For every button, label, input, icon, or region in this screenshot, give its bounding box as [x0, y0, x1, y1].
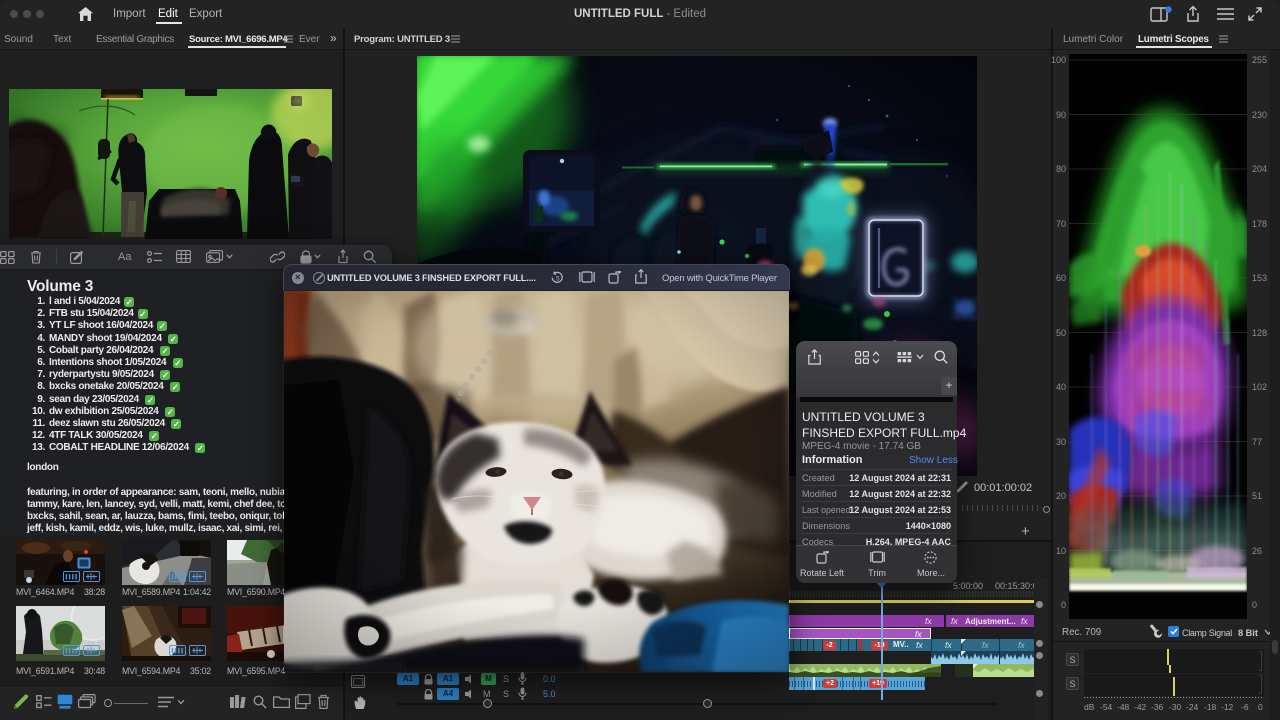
svg-text:5: 5 [556, 276, 560, 283]
